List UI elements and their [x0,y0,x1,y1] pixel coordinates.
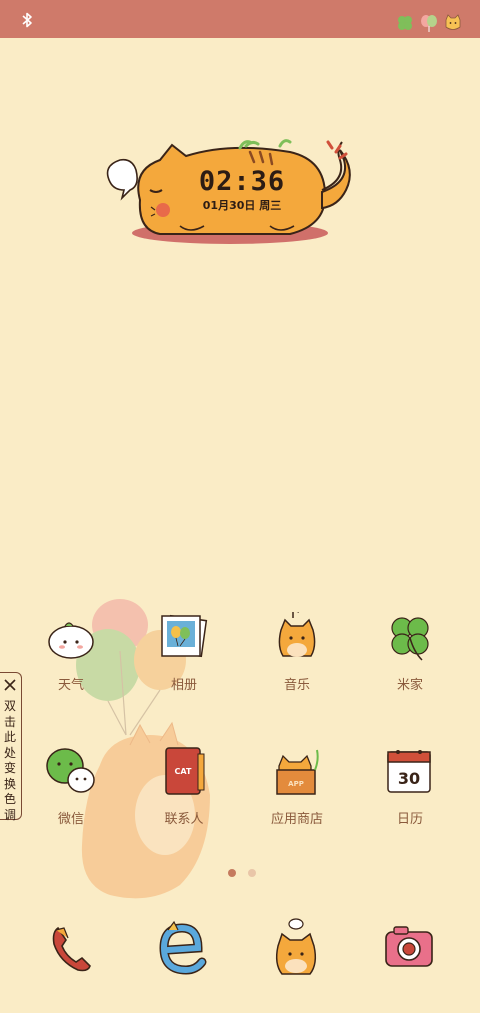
app-mi-home[interactable]: 米家 [360,612,460,693]
balloon-icon [421,15,437,32]
clock-date: 01月30日 周三 [202,199,282,212]
gallery-icon [158,612,210,664]
app-label: 微信 [57,812,84,827]
app-wechat[interactable]: 微信 [21,746,121,827]
status-bar [0,0,480,38]
camera-icon [385,926,433,967]
messages-icon [275,918,317,975]
cat-face-icon [445,14,461,30]
music-icon [271,609,323,664]
dock-browser[interactable] [154,918,214,978]
app-label: 天气 [57,678,84,693]
calendar-icon: 30 [384,746,436,798]
dock-phone[interactable] [42,918,102,978]
mi-home-icon [384,612,436,664]
app-contacts[interactable]: CAT 联系人 [134,746,234,827]
app-gallery[interactable]: 相册 [134,612,234,693]
svg-text:APP: APP [288,780,304,788]
app-label: 日历 [396,812,423,827]
dock-messages[interactable] [266,918,326,978]
wechat-icon [45,746,97,798]
clover-icon [398,16,412,30]
app-app-store[interactable]: APP 应用商店 [247,746,347,827]
app-label: 米家 [396,678,423,693]
clock-widget[interactable]: 02:36 01月30日 周三 [100,130,360,250]
side-tab-label: 双击此处变换色调 [3,699,16,822]
page-dot-active[interactable] [228,869,236,877]
app-label: 相册 [170,678,197,693]
phone-icon [52,926,91,972]
svg-text:CAT: CAT [175,767,192,776]
clock-time: 02:36 [198,166,286,197]
app-music[interactable]: 音乐 [247,609,347,693]
app-weather[interactable]: 天气 [21,612,121,693]
app-store-icon: APP [271,746,323,798]
browser-icon [159,920,207,975]
app-label: 联系人 [164,812,204,827]
calendar-day: 30 [398,769,420,788]
status-icons [396,14,462,32]
color-tone-side-tab[interactable]: 双击此处变换色调 [0,672,22,822]
bluetooth-icon [22,12,32,28]
close-icon[interactable] [4,679,16,691]
page-dot[interactable] [248,869,256,877]
dock-camera[interactable] [380,918,440,978]
app-calendar[interactable]: 30 日历 [360,746,460,827]
weather-icon [45,612,97,664]
page-indicator[interactable] [228,869,256,877]
contacts-icon: CAT [158,746,210,798]
app-label: 音乐 [283,678,310,693]
app-label: 应用商店 [270,812,323,827]
